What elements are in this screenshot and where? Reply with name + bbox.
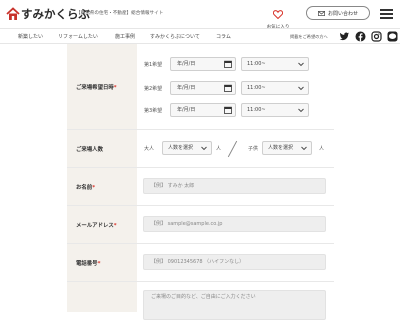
chevron-down-icon (298, 62, 304, 67)
chevron-down-icon (298, 86, 304, 91)
line-icon[interactable] (387, 31, 398, 42)
instagram-icon[interactable] (371, 31, 382, 42)
name-input[interactable]: 【例】 すみか 太郎 (143, 178, 326, 194)
email-label: メールアドレス* (76, 223, 117, 229)
choice-2-label: 第2希望 (144, 86, 163, 92)
nav-item-new-build[interactable]: 新築したい (18, 33, 43, 40)
choice-3-time-select[interactable]: 11:00~ (241, 103, 309, 117)
visit-date-label: ご来場希望日時* (76, 85, 117, 91)
adult-unit: 人 (216, 146, 222, 152)
divider-slash (227, 140, 238, 158)
phone-row: 電話番号* 【例】 09012345678 （ハイフンなし） (67, 244, 334, 282)
reservation-form: ご来場希望日時* 第1希望 年/月/日 11:00~ 第2希望 年/月/日 11… (67, 44, 334, 320)
favorites-button[interactable]: お気に入り (263, 4, 293, 30)
choice-1-time-select[interactable]: 11:00~ (241, 57, 309, 71)
calendar-icon (224, 84, 232, 92)
chevron-down-icon (201, 146, 207, 151)
message-row: ご来場のご目的など、ご自由にご入力ください (67, 282, 334, 320)
twitter-icon[interactable] (339, 31, 350, 42)
nav-item-about[interactable]: すみかくらぶについて (150, 33, 200, 40)
visitors-row: ご来場人数 大人 人数を選択 人 子供 人数を選択 人 (67, 130, 334, 168)
heart-icon (272, 10, 284, 20)
calendar-icon (224, 106, 232, 114)
email-input[interactable]: 【例】 sample@sample.co.jp (143, 216, 326, 232)
phone-label: 電話番号* (76, 261, 101, 267)
message-textarea[interactable]: ご来場のご目的など、ご自由にご入力ください (143, 290, 326, 320)
email-row: メールアドレス* 【例】 sample@sample.co.jp (67, 206, 334, 244)
nav-item-reform[interactable]: リフォームしたい (58, 33, 98, 40)
calendar-icon (224, 60, 232, 68)
hamburger-menu-icon[interactable] (380, 9, 393, 19)
visit-date-row: ご来場希望日時* 第1希望 年/月/日 11:00~ 第2希望 年/月/日 11… (67, 44, 334, 130)
adult-label: 大人 (144, 146, 155, 152)
house-logo-icon (6, 7, 20, 21)
global-nav: 新築したい リフォームしたい 施工事例 すみかくらぶについて コラム 掲載をご希… (0, 28, 400, 44)
child-count-select[interactable]: 人数を選択 (262, 141, 312, 155)
name-row: お名前* 【例】 すみか 太郎 (67, 168, 334, 206)
choice-2-date-input[interactable]: 年/月/日 (170, 81, 236, 95)
listing-request-link[interactable]: 掲載をご希望の方へ (290, 34, 328, 40)
inquiry-button[interactable]: お問い合わせ (306, 6, 370, 20)
child-label: 子供 (248, 146, 259, 152)
choice-1-label: 第1希望 (144, 62, 163, 68)
choice-3-date-input[interactable]: 年/月/日 (170, 103, 236, 117)
site-header: すみかくらぶ 【群馬県の住宅・不動産】総合情報サイト お気に入り お問い合わせ (0, 0, 400, 30)
choice-2-time-select[interactable]: 11:00~ (241, 81, 309, 95)
inquiry-label: お問い合わせ (327, 10, 358, 17)
choice-1-date-input[interactable]: 年/月/日 (170, 57, 236, 71)
name-label: お名前* (76, 185, 96, 191)
chevron-down-icon (298, 108, 304, 113)
child-unit: 人 (319, 146, 325, 152)
facebook-icon[interactable] (355, 31, 366, 42)
nav-item-works[interactable]: 施工事例 (115, 33, 135, 40)
choice-3-label: 第3希望 (144, 108, 163, 114)
site-tagline: 【群馬県の住宅・不動産】総合情報サイト (76, 11, 164, 16)
visitors-label: ご来場人数 (76, 147, 103, 153)
adult-count-select[interactable]: 人数を選択 (162, 141, 212, 155)
nav-item-column[interactable]: コラム (216, 33, 231, 40)
chevron-down-icon (301, 146, 307, 151)
phone-input[interactable]: 【例】 09012345678 （ハイフンなし） (143, 254, 326, 270)
mail-icon (318, 10, 325, 16)
